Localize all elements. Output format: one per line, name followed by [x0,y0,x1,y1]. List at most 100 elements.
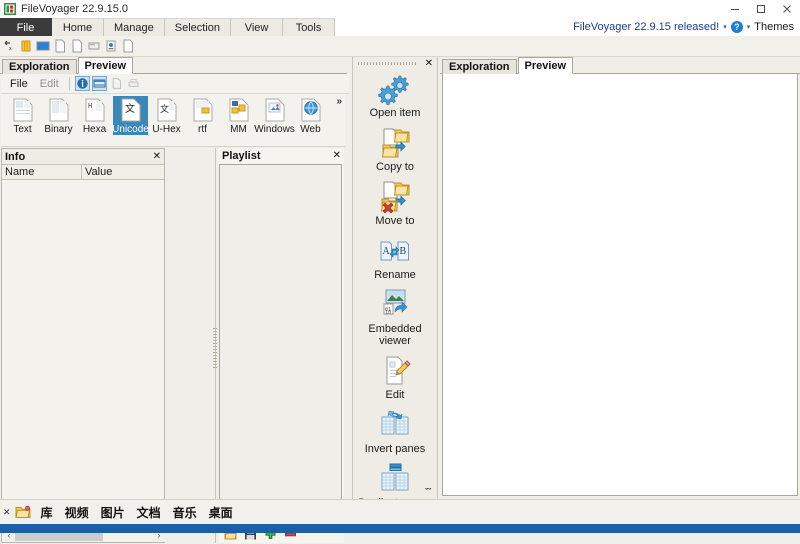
print-icon[interactable] [126,76,141,91]
svg-text:H: H [88,103,92,111]
gallery-item-mm[interactable]: MM [221,96,256,135]
chevron-down-icon[interactable]: ▾ [723,23,727,31]
gallery-item-label: Unicode [112,124,149,135]
maximize-button[interactable] [748,0,774,18]
undo-icon[interactable]: x [2,39,16,53]
command-label: Invert panes [365,443,426,455]
column-header-name[interactable]: Name [2,165,82,179]
close-icon[interactable]: ✕ [333,151,341,161]
gallery-item-uhex[interactable]: 文 U-Hex [149,96,184,135]
gallery-item-label: Windows [254,124,295,135]
new-file-icon[interactable] [53,39,67,53]
rename-box-icon[interactable] [87,39,101,53]
gallery-item-hexa[interactable]: H Hexa [77,96,112,135]
minimize-button[interactable] [722,0,748,18]
window-title: FileVoyager 22.9.15.0 [21,3,128,15]
folder-icon[interactable] [15,505,31,519]
info-icon[interactable] [75,76,90,91]
tab-preview-left[interactable]: Preview [78,57,134,74]
playlist-dock-title: Playlist [222,150,261,162]
release-notice-label[interactable]: FileVoyager 22.9.15 released! [573,21,719,33]
properties-icon[interactable] [104,39,118,53]
ribbon-tab-manage[interactable]: Manage [104,18,165,36]
toolbar-separator [69,77,70,91]
help-icon[interactable]: ? [731,21,743,33]
gallery-item-unicode[interactable]: 文 Unicode [113,96,148,135]
info-dock-title: Info [5,151,25,163]
ribbon-tab-selection[interactable]: Selection [165,18,231,36]
column-header-value[interactable]: Value [82,165,164,179]
tab-preview-right[interactable]: Preview [518,57,574,74]
command-overflow-icon[interactable]: ˇˇ [425,487,431,497]
close-icon[interactable]: ✕ [425,58,433,69]
help-chevron-down-icon[interactable]: ▾ [747,23,751,31]
rename-ab-icon: A B [375,234,415,268]
svg-text:A: A [383,246,391,257]
uhex-viewer-icon: 文 [154,97,180,123]
filevoyager-window: FileVoyager 22.9.15.0 File Home Manage S… [0,0,800,533]
embedded-viewer-icon: 01 10 [375,288,415,322]
page-icon[interactable] [109,76,124,91]
command-label: Move to [375,215,414,227]
move-to-folder-icon [375,180,415,214]
favorite-videos[interactable]: 视频 [59,504,95,521]
left-panel-tabs: Exploration Preview [0,57,134,74]
binary-viewer-icon [46,97,72,123]
window-controls [722,0,800,18]
app-logo-icon [4,3,16,15]
favorite-library[interactable]: 库 [35,504,59,521]
gallery-overflow-icon[interactable]: » [336,96,342,107]
close-icon[interactable]: ✕ [1,507,13,518]
ribbon-tab-strip: File Home Manage Selection View Tools Fi… [0,18,800,36]
gallery-item-binary[interactable]: Binary [41,96,76,135]
gallery-item-rtf[interactable]: rtf [185,96,220,135]
favorite-documents[interactable]: 文档 [131,504,167,521]
gears-icon [375,72,415,106]
folder-star-icon[interactable] [19,39,33,53]
command-invert-panes[interactable]: Invert panes [353,408,437,455]
command-copy-to[interactable]: Copy to [353,126,437,173]
ribbon-tab-home[interactable]: Home [52,18,104,36]
ribbon-tab-tools[interactable]: Tools [283,18,335,36]
tab-exploration-left[interactable]: Exploration [2,59,77,74]
tab-exploration-right[interactable]: Exploration [442,59,517,74]
blue-screen-icon[interactable] [36,39,50,53]
menu-file[interactable]: File [5,77,33,91]
gallery-item-web[interactable]: Web [293,96,328,135]
command-label: Embedded viewer [353,323,437,347]
themes-button[interactable]: Themes [754,21,794,33]
preview-sub-toolbar: File Edit [1,74,349,94]
menu-edit[interactable]: Edit [35,77,64,91]
playlist-list[interactable] [219,164,342,521]
gallery-item-text[interactable]: Text [5,96,40,135]
vertical-splitter[interactable] [211,148,219,543]
gallery-item-windows[interactable]: Windows [257,96,292,135]
preview-content-area[interactable] [442,74,798,496]
command-edit[interactable]: Edit [353,354,437,401]
copy-file-icon[interactable] [70,39,84,53]
close-icon[interactable]: ✕ [153,152,161,162]
hexa-viewer-icon: H [82,97,108,123]
command-open-item[interactable]: Open item [353,72,437,119]
favorite-desktop[interactable]: 桌面 [203,504,239,521]
command-move-to[interactable]: Move to [353,180,437,227]
ribbon-tab-file[interactable]: File [0,18,52,36]
command-rename[interactable]: A B Rename [353,234,437,281]
command-list: Open item Copy to [353,70,437,509]
info-columns-header: Name Value [2,165,164,180]
favorite-pictures[interactable]: 图片 [95,504,131,521]
layout-icon[interactable] [92,76,107,91]
quick-access-toolbar: x [0,36,800,57]
edit-pencil-icon [375,354,415,388]
ribbon-tab-view[interactable]: View [231,18,283,36]
unicode-viewer-icon: 文 [118,97,144,123]
gallery-item-label: Web [300,124,320,135]
gallery-item-label: Hexa [83,124,106,135]
blank-file-icon[interactable] [121,39,135,53]
favorite-music[interactable]: 音乐 [167,504,203,521]
command-embedded-viewer[interactable]: 01 10 Embedded viewer [353,288,437,347]
close-button[interactable] [774,0,800,18]
gallery-item-label: U-Hex [152,124,180,135]
splitter-grip[interactable] [213,328,217,368]
drag-handle[interactable] [358,62,416,65]
